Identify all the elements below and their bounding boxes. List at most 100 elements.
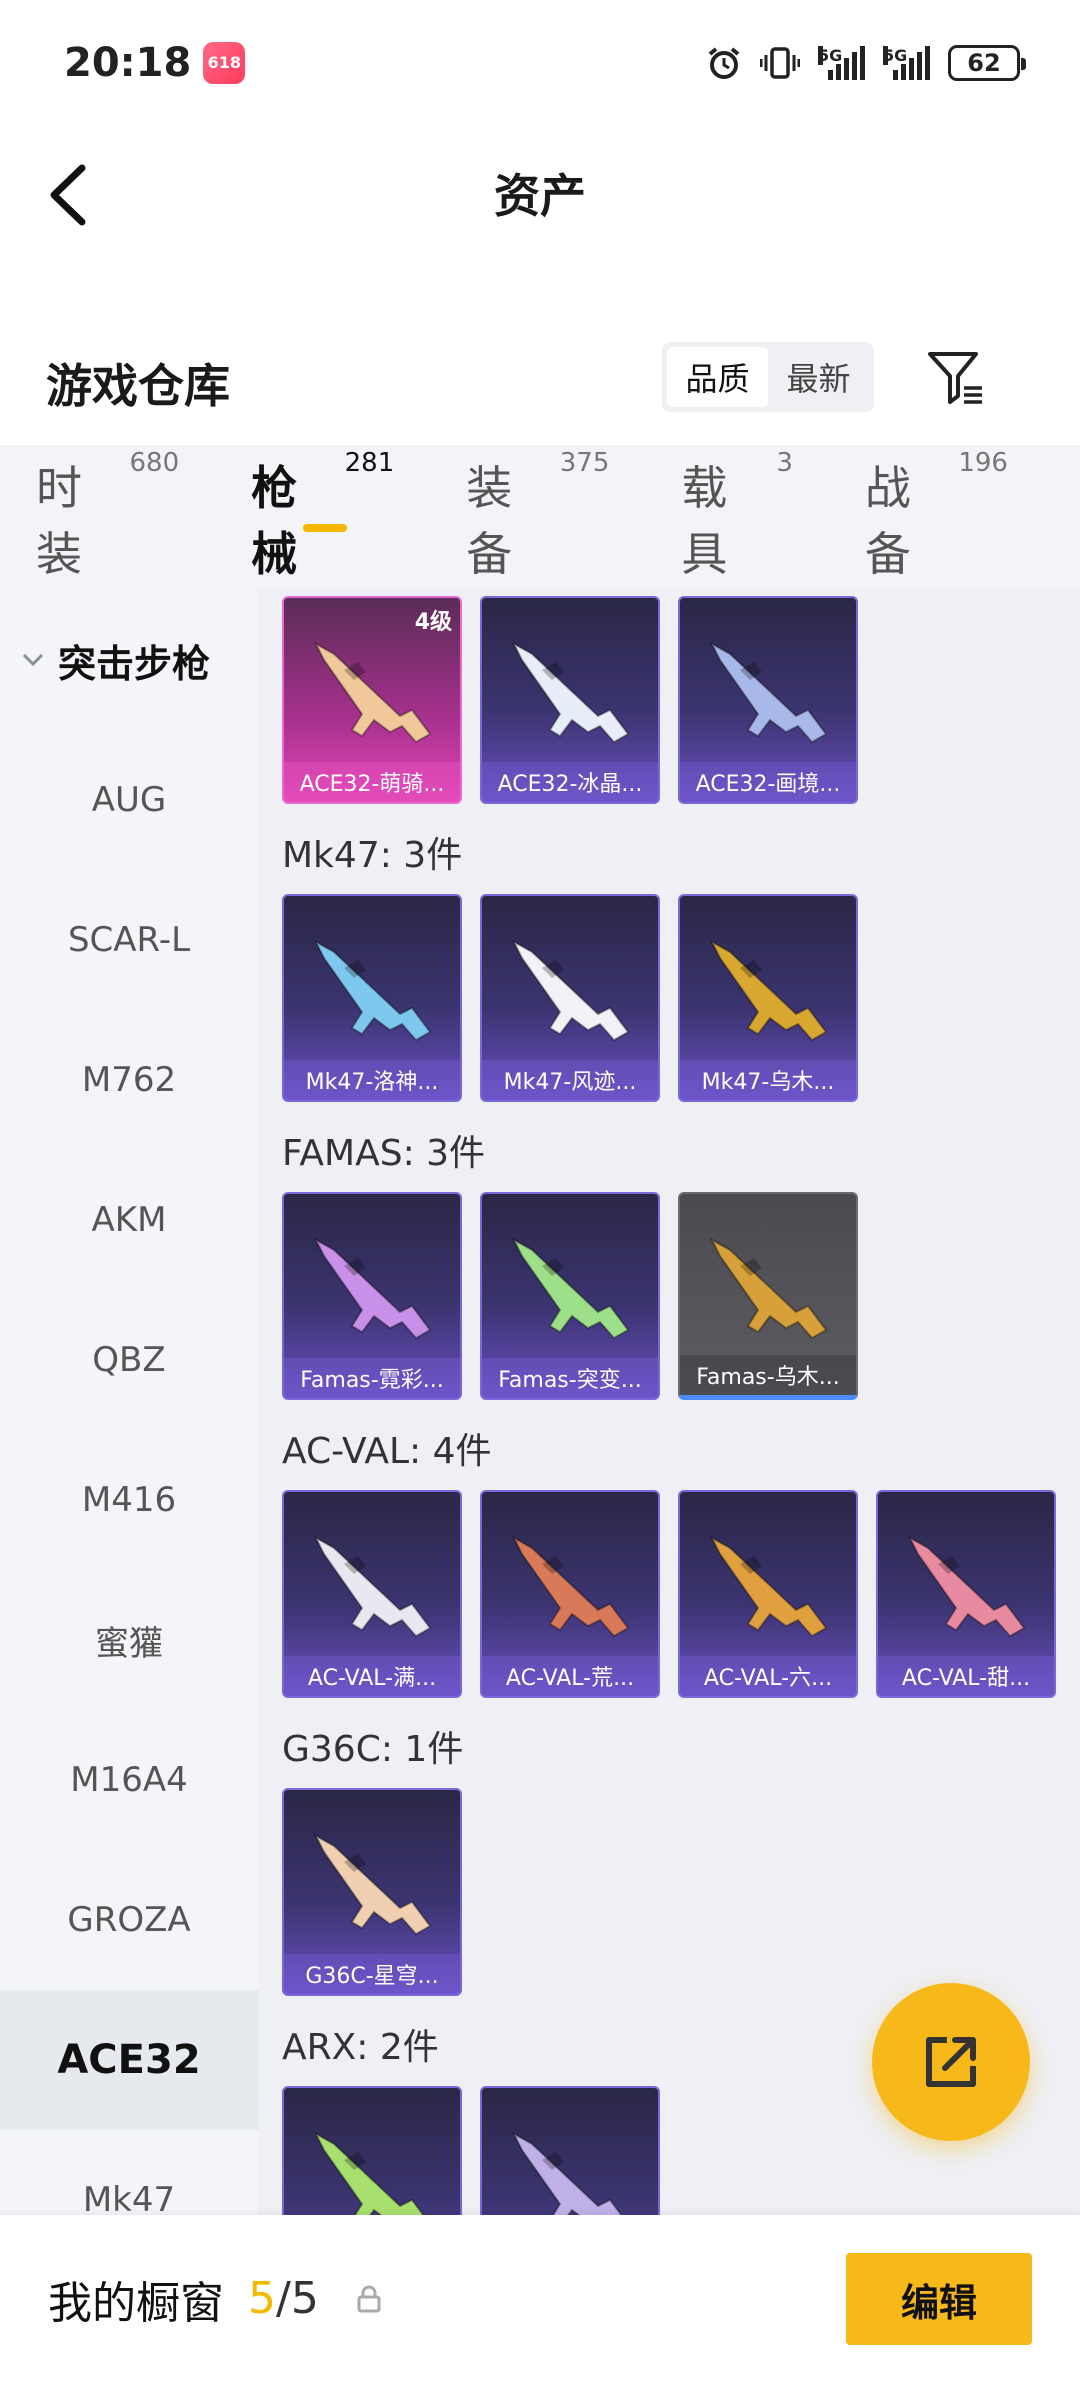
skin-name: AC-VAL-六... xyxy=(680,1656,856,1696)
rifle-icon xyxy=(709,939,828,1042)
weapon-skin-card[interactable]: Mk47-乌木... xyxy=(678,894,858,1102)
weapon-skin-card[interactable]: Mk47-洛神... xyxy=(282,894,462,1102)
sidebar-item[interactable]: ACE32 xyxy=(0,1990,258,2130)
tab-vehicles[interactable]: 载具 3 xyxy=(681,448,792,584)
clock: 20:18 xyxy=(64,39,192,86)
tab-fashion[interactable]: 时装 680 xyxy=(36,448,179,584)
tab-equipment[interactable]: 装备 375 xyxy=(466,448,609,584)
chevron-down-icon xyxy=(22,653,44,667)
tab-label: 时装 xyxy=(36,460,82,581)
rifle-icon xyxy=(511,641,630,744)
sidebar-item[interactable]: GROZA xyxy=(0,1850,258,1990)
weapon-card-row: Mk47-洛神... Mk47-风迹... Mk47-乌木... xyxy=(282,894,1080,1102)
tab-label: 载具 xyxy=(681,460,728,581)
weapon-card-row: Famas-霓彩... Famas-突变... Famas-乌木... xyxy=(282,1192,1080,1400)
skin-name: AC-VAL-荒... xyxy=(482,1656,658,1696)
weapon-skin-card[interactable]: ACE32-画境... xyxy=(678,596,858,804)
rifle-icon xyxy=(709,1237,828,1340)
rifle-icon xyxy=(313,2131,425,2215)
alarm-icon xyxy=(708,46,740,79)
sidebar-item[interactable]: AKM xyxy=(0,1150,258,1290)
weapon-skin-card[interactable]: Famas-突变... xyxy=(480,1192,660,1400)
skin-name: AC-VAL-甜... xyxy=(878,1656,1054,1696)
category-tabs: 时装 680 枪械 281 装备 375 载具 3 战备 196 xyxy=(0,445,1080,590)
edit-button[interactable]: 编辑 xyxy=(846,2253,1032,2345)
skin-name: Famas-霓彩... xyxy=(284,1358,460,1398)
skin-name: Mk47-风迹... xyxy=(482,1060,658,1100)
signal-2-icon: 5G xyxy=(883,45,930,80)
weapon-skin-card[interactable]: AC-VAL-甜... xyxy=(876,1490,1056,1698)
tab-count: 375 xyxy=(559,447,610,478)
sidebar-item[interactable]: AUG xyxy=(0,730,258,870)
weapon-skin-card[interactable]: Famas-霓彩... xyxy=(282,1192,462,1400)
sidebar-item[interactable]: M16A4 xyxy=(0,1710,258,1850)
sidebar-group-assault-rifles[interactable]: 突击步枪 xyxy=(0,590,258,730)
weapon-skin-card[interactable]: AC-VAL-满... xyxy=(282,1490,462,1698)
showcase-bar: 我的橱窗 5/5 编辑 xyxy=(0,2215,1080,2382)
skin-name: Famas-乌木... xyxy=(680,1355,856,1395)
active-tab-indicator xyxy=(303,523,348,532)
filter-icon[interactable] xyxy=(926,348,986,408)
sort-toggle: 品质 最新 xyxy=(662,342,874,412)
showcase-max: 5 xyxy=(290,2273,319,2324)
skin-name: Mk47-乌木... xyxy=(680,1060,856,1100)
weapon-group-title: AC-VAL: 4件 xyxy=(282,1431,492,1472)
weapon-group-title: G36C: 1件 xyxy=(282,1729,464,1770)
skin-name: ACE32-画境... xyxy=(680,762,856,802)
rifle-icon xyxy=(709,1535,828,1638)
rifle-icon xyxy=(907,1535,1026,1638)
sort-newest-button[interactable]: 最新 xyxy=(768,347,869,407)
sidebar-item[interactable]: QBZ xyxy=(0,1290,258,1430)
tab-firearms[interactable]: 枪械 281 xyxy=(251,448,394,584)
weapon-group-title: FAMAS: 3件 xyxy=(282,1133,486,1174)
weapon-skin-card[interactable]: 4级 ACE32-萌骑... xyxy=(282,596,462,804)
weapon-skin-card[interactable]: Famas-乌木... xyxy=(678,1192,858,1400)
app-notification-icon: 618 xyxy=(203,41,246,84)
weapon-skin-card[interactable] xyxy=(480,2086,660,2215)
weapon-card-row: G36C-星穹... xyxy=(282,1788,1080,1996)
sidebar-group-label: 突击步枪 xyxy=(58,641,211,686)
rifle-icon xyxy=(313,939,432,1042)
weapon-skin-card[interactable]: Mk47-风迹... xyxy=(480,894,660,1102)
sidebar-item[interactable]: M416 xyxy=(0,1430,258,1570)
weapon-skin-card[interactable]: AC-VAL-六... xyxy=(678,1490,858,1698)
skin-name: Mk47-洛神... xyxy=(284,1060,460,1100)
showcase-separator: / xyxy=(276,2273,291,2324)
sidebar-item[interactable]: M762 xyxy=(0,1010,258,1150)
rifle-icon xyxy=(313,1833,432,1936)
tab-count: 281 xyxy=(344,447,395,478)
weapon-skin-card[interactable] xyxy=(282,2086,462,2215)
skin-name: Famas-突变... xyxy=(482,1358,658,1398)
rifle-icon xyxy=(709,641,828,744)
weapon-skin-card[interactable]: G36C-星穹... xyxy=(282,1788,462,1996)
share-button[interactable] xyxy=(872,1983,1030,2141)
battery-icon: 62 xyxy=(948,44,1026,81)
sidebar-item[interactable]: 蜜獾 xyxy=(0,1570,258,1710)
sidebar-item[interactable]: Mk47 xyxy=(0,2130,258,2215)
skin-name: G36C-星穹... xyxy=(284,1954,460,1994)
rifle-icon xyxy=(313,1237,432,1340)
warehouse-header: 游戏仓库 品质 最新 xyxy=(0,330,1080,440)
title-bar: 资产 xyxy=(0,130,1080,255)
page-title: 资产 xyxy=(494,169,586,223)
skin-name: ACE32-萌骑... xyxy=(284,762,460,802)
tab-battle-prep[interactable]: 战备 196 xyxy=(864,448,1008,584)
sidebar-item[interactable]: SCAR-L xyxy=(0,870,258,1010)
status-bar: 20:18 618 5G 5G 62 xyxy=(0,0,1080,125)
rifle-icon xyxy=(511,1237,630,1340)
showcase-count: 5/5 xyxy=(248,2273,319,2324)
weapon-skin-card[interactable]: ACE32-冰晶... xyxy=(480,596,660,804)
showcase-label: 我的橱窗 xyxy=(48,2277,224,2329)
tab-count: 196 xyxy=(958,447,1008,478)
sort-quality-button[interactable]: 品质 xyxy=(667,347,768,407)
weapon-skin-card[interactable]: AC-VAL-荒... xyxy=(480,1490,660,1698)
tab-label: 战备 xyxy=(864,460,911,581)
tab-count: 3 xyxy=(776,447,793,478)
skin-name: AC-VAL-满... xyxy=(284,1656,460,1696)
showcase-current: 5 xyxy=(248,2273,276,2324)
weapon-grid: 4级 ACE32-萌骑... ACE32-冰晶... ACE32-画境... Mk47:… xyxy=(258,590,1080,2215)
rifle-icon xyxy=(511,939,630,1042)
skin-level-badge: 4级 xyxy=(414,610,452,635)
status-left: 20:18 618 xyxy=(64,39,246,86)
rifle-icon xyxy=(313,1535,432,1638)
